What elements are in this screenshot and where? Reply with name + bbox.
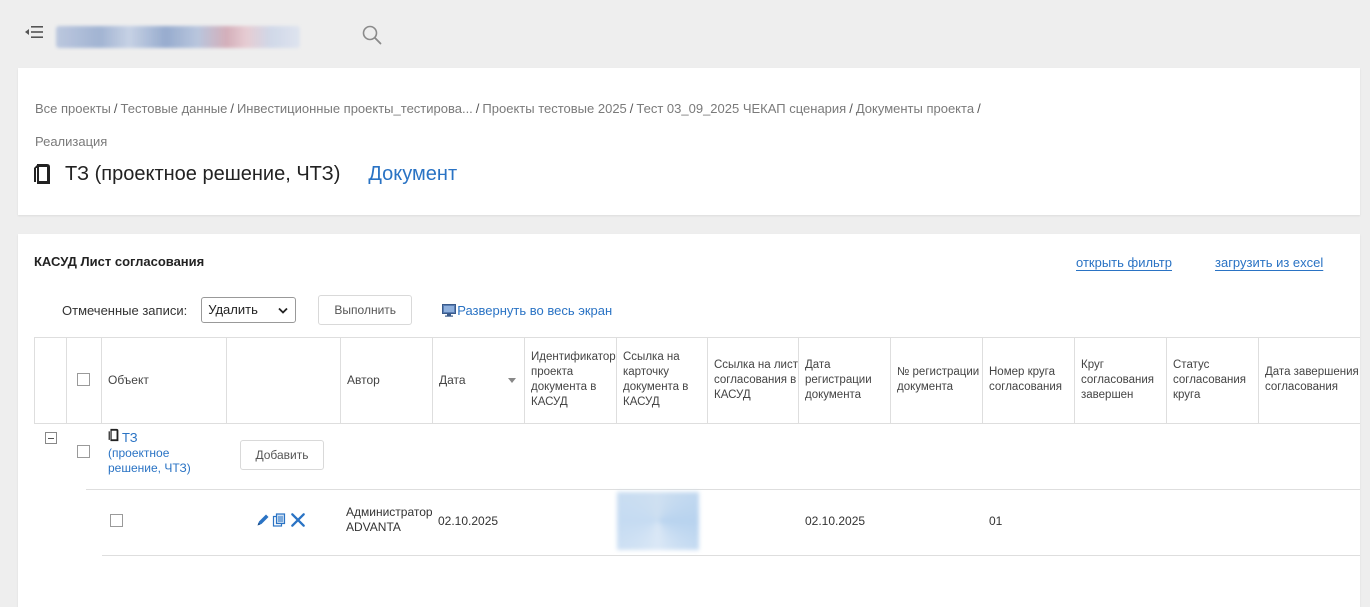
column-header-round-complete[interactable]: Круг согласования завершен [1075, 337, 1166, 423]
breadcrumb-separator: / [113, 101, 118, 116]
document-icon [34, 164, 50, 184]
monitor-icon [442, 303, 457, 317]
column-header-sheet-link[interactable]: Ссылка на лист согласования в КАСУД [708, 337, 798, 423]
collapse-menu-icon[interactable] [24, 23, 44, 41]
breadcrumb-item-current[interactable]: Реализация [35, 134, 107, 149]
execute-button[interactable]: Выполнить [318, 295, 413, 325]
grid-line [34, 337, 35, 423]
doc-type-link[interactable]: Документ [368, 163, 457, 186]
marked-records-label: Отмеченные записи: [62, 302, 188, 318]
copy-icon[interactable] [272, 513, 286, 527]
breadcrumb: Все проекты / Тестовые данные / Инвестиционн… [35, 92, 1335, 158]
bulk-action-select[interactable]: Удалить [201, 297, 297, 323]
card-link-cell[interactable] [617, 492, 699, 550]
collapse-group-button[interactable] [45, 432, 57, 444]
search-icon[interactable] [361, 24, 383, 46]
column-header-author[interactable]: Автор [341, 337, 432, 423]
breadcrumb-separator: / [849, 101, 853, 116]
column-header-project-id[interactable]: Идентификатор проекта документа в КАСУД [525, 337, 616, 423]
title-row: ТЗ (проектное решение, ЧТЗ) Документ [33, 160, 457, 188]
top-bar [0, 0, 1370, 66]
app-logo [56, 26, 300, 48]
open-filter-link[interactable]: открыть фильтр [1076, 255, 1172, 270]
object-link-rest: (проектное решение, ЧТЗ) [108, 446, 191, 475]
column-header-reg-date[interactable]: Дата регистрации документа [799, 337, 890, 423]
grid-line [102, 555, 1360, 556]
breadcrumb-item[interactable]: Все проекты [35, 101, 111, 116]
breadcrumb-item[interactable]: Документы проекта [856, 101, 974, 116]
load-excel-link[interactable]: загрузить из excel [1215, 255, 1323, 270]
reg-date-cell: 02.10.2025 [805, 514, 866, 528]
column-header-reg-number[interactable]: № регистрации документа [891, 337, 982, 423]
page-title: ТЗ (проектное решение, ЧТЗ) [65, 162, 341, 185]
chevron-down-icon [278, 307, 288, 314]
expand-fullscreen-link[interactable]: Развернуть во весь экран [442, 303, 612, 318]
column-header-actions [227, 337, 340, 423]
column-header-end-date[interactable]: Дата завершения согласования [1259, 337, 1360, 423]
column-header-card-link[interactable]: Ссылка на карточку документа в КАСУД [617, 337, 707, 423]
date-cell: 02.10.2025 [438, 514, 499, 528]
breadcrumb-separator: / [629, 101, 634, 116]
sort-down-icon[interactable] [508, 378, 516, 383]
column-header-object[interactable]: Объект [102, 337, 226, 423]
column-header-round-status[interactable]: Статус согласования круга [1167, 337, 1258, 423]
round-number-cell: 01 [989, 514, 1003, 528]
bulk-action-value: Удалить [208, 302, 258, 317]
object-link[interactable]: ТЗ (проектное решение, ЧТЗ) [108, 430, 218, 476]
grid-line [86, 489, 1360, 490]
select-all-checkbox[interactable] [77, 373, 90, 386]
section-title: КАСУД Лист согласования [34, 254, 205, 269]
bulk-actions-toolbar: Отмеченные записи: Удалить Выполнить Раз… [62, 295, 612, 325]
breadcrumb-item[interactable]: Инвестиционные проекты_тестирова... [237, 101, 473, 116]
object-link-prefix: ТЗ [122, 430, 138, 445]
edit-pencil-icon[interactable] [256, 513, 270, 527]
breadcrumb-item[interactable]: Тестовые данные [121, 101, 228, 116]
grid-line [34, 423, 1360, 424]
approval-sheet-card: КАСУД Лист согласования открыть фильтр з… [18, 234, 1360, 607]
breadcrumb-item[interactable]: Проекты тестовые 2025 [482, 101, 626, 116]
document-header-card: Все проекты / Тестовые данные / Инвестиционн… [18, 68, 1360, 215]
author-cell: Администратор ADVANTA [346, 505, 432, 534]
add-button[interactable]: Добавить [240, 440, 324, 470]
row-checkbox[interactable] [110, 514, 123, 527]
grid-line [66, 337, 67, 423]
breadcrumb-separator: / [230, 101, 234, 116]
breadcrumb-item[interactable]: Тест 03_09_2025 ЧЕКАП сценария [636, 101, 846, 116]
column-header-round-number[interactable]: Номер круга согласования [983, 337, 1074, 423]
delete-icon[interactable] [290, 512, 306, 528]
breadcrumb-separator: / [475, 101, 480, 116]
expand-fullscreen-label: Развернуть во весь экран [457, 302, 613, 318]
breadcrumb-separator: / [977, 101, 981, 116]
group-checkbox[interactable] [77, 445, 90, 458]
